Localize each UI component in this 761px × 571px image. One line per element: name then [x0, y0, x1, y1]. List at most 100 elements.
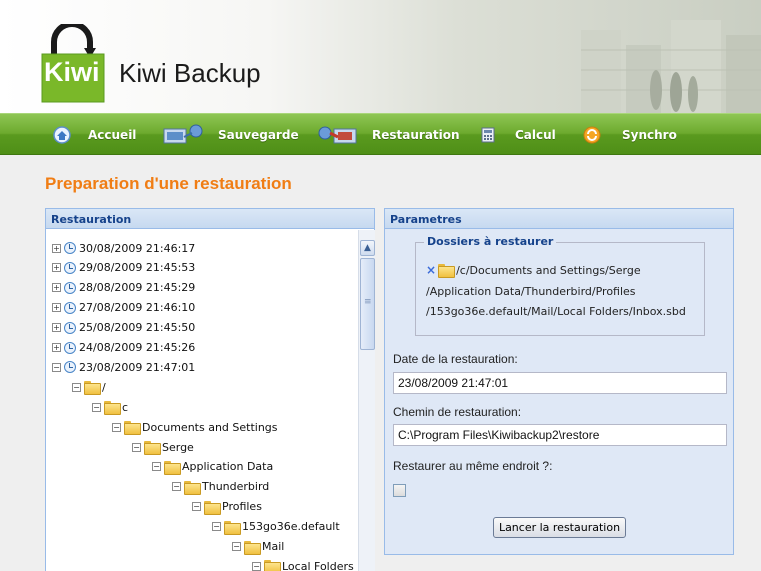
tree-node-label: Documents and Settings: [142, 420, 278, 434]
nav-sauvegarde-label: Sauvegarde: [218, 128, 299, 142]
kiwi-logo: Kiwi: [40, 21, 108, 104]
snapshot-node[interactable]: +27/08/2009 21:46:10: [52, 298, 195, 318]
nav-calcul-label: Calcul: [515, 128, 556, 142]
tree-node-label: 24/08/2009 21:45:26: [79, 341, 196, 354]
restore-path-input[interactable]: [393, 424, 727, 446]
snapshot-node[interactable]: +25/08/2009 21:45:50: [52, 318, 195, 338]
collapse-toggle-icon[interactable]: −: [132, 442, 141, 452]
clock-icon: [64, 341, 76, 354]
folder-node[interactable]: − /: [72, 377, 106, 397]
folder-node[interactable]: − Profiles: [192, 497, 262, 517]
restore-icon: [318, 126, 357, 144]
folder-node[interactable]: − 153go36e.default: [212, 517, 340, 537]
collapse-toggle-icon[interactable]: −: [72, 382, 81, 392]
tree-node-label: Mail: [262, 540, 285, 553]
home-icon: [53, 126, 71, 144]
tree-node-label: 30/08/2009 21:46:17: [79, 241, 196, 255]
snapshot-node[interactable]: +29/08/2009 21:45:53: [52, 258, 195, 278]
tree-node-label: 23/08/2009 21:47:01: [79, 360, 196, 374]
clock-icon: [64, 361, 76, 374]
tree-node-label: 153go36e.default: [242, 520, 340, 534]
main-nav: Accueil Sauvegarde Restauration Calcul S…: [0, 113, 761, 155]
parameters-panel: Parametres Dossiers à restaurer × /c/Doc…: [384, 208, 734, 555]
sync-icon: [583, 126, 601, 144]
panel-title-restauration: Restauration: [46, 209, 374, 229]
collapse-toggle-icon[interactable]: −: [192, 502, 201, 512]
collapse-toggle-icon[interactable]: −: [212, 522, 221, 532]
nav-synchro-label: Synchro: [622, 128, 677, 142]
same-place-checkbox[interactable]: [393, 484, 406, 497]
clock-icon: [64, 321, 76, 334]
clock-icon: [64, 301, 76, 314]
selected-path-line-2: /Application Data/Thunderbird/Profiles: [426, 285, 636, 298]
backup-icon: [163, 124, 203, 144]
expand-toggle-icon[interactable]: +: [52, 343, 61, 352]
folder-node[interactable]: − c: [92, 397, 128, 417]
clock-icon: [64, 261, 76, 274]
collapse-toggle-icon[interactable]: −: [92, 402, 101, 412]
selected-path-line-1: × /c/Documents and Settings/Serge: [426, 263, 641, 278]
tree-node-label: Thunderbird: [202, 480, 270, 494]
folder-node[interactable]: − Thunderbird: [172, 477, 269, 497]
restore-path-label: Chemin de restauration:: [393, 405, 522, 419]
tree-node-label: Application Data: [182, 460, 274, 474]
expand-toggle-icon[interactable]: +: [52, 263, 61, 273]
snapshot-node[interactable]: +28/08/2009 21:45:29: [52, 278, 195, 298]
folder-icon: [164, 460, 181, 475]
launch-restore-button[interactable]: Lancer la restauration: [493, 517, 626, 538]
scroll-thumb[interactable]: [360, 258, 375, 350]
folder-icon: [244, 540, 261, 555]
snapshot-node[interactable]: − 23/08/2009 21:47:01: [52, 357, 195, 377]
tree-node-label: 27/08/2009 21:46:10: [79, 301, 196, 315]
folder-icon: [104, 401, 121, 416]
tree-node-label: /: [102, 380, 106, 394]
folder-node[interactable]: − Serge: [132, 437, 194, 457]
folder-node[interactable]: − Documents and Settings: [112, 417, 278, 437]
tree-node-label: 25/08/2009 21:45:50: [79, 321, 196, 335]
nav-restauration[interactable]: Restauration: [316, 114, 460, 156]
skyline-banner-image: [581, 20, 761, 113]
nav-restauration-label: Restauration: [372, 128, 460, 142]
panel-title-parametres: Parametres: [385, 209, 733, 229]
calculator-icon: [481, 127, 495, 143]
folder-icon: [204, 500, 221, 515]
scroll-up-button[interactable]: ▲: [360, 240, 375, 256]
folder-icon: [264, 560, 281, 571]
expand-toggle-icon[interactable]: +: [52, 243, 61, 253]
folder-node[interactable]: − Mail: [232, 537, 284, 557]
nav-calcul[interactable]: Calcul: [481, 114, 556, 156]
snapshot-node[interactable]: +24/08/2009 21:45:26: [52, 338, 195, 358]
clock-icon: [64, 242, 76, 254]
collapse-toggle-icon[interactable]: −: [232, 542, 241, 551]
selected-path-text-1: /c/Documents and Settings/Serge: [456, 263, 641, 277]
page-title: Preparation d'une restauration: [45, 174, 292, 193]
collapse-toggle-icon[interactable]: −: [152, 462, 161, 472]
tree-node-label: Serge: [162, 440, 194, 454]
expand-toggle-icon[interactable]: +: [52, 303, 61, 313]
clock-icon: [64, 281, 76, 294]
expand-toggle-icon[interactable]: +: [52, 283, 61, 293]
folder-icon: [438, 264, 456, 278]
folders-to-restore-group: Dossiers à restaurer × /c/Documents and …: [415, 235, 705, 336]
logo-text: Kiwi: [44, 57, 100, 87]
date-label: Date de la restauration:: [393, 352, 518, 366]
collapse-toggle-icon[interactable]: −: [52, 362, 61, 372]
tree-scrollbar[interactable]: ▲: [358, 230, 375, 571]
nav-synchro[interactable]: Synchro: [582, 114, 677, 156]
folder-icon: [224, 520, 241, 535]
collapse-toggle-icon[interactable]: −: [172, 482, 181, 492]
nav-sauvegarde[interactable]: Sauvegarde: [162, 114, 299, 156]
snapshot-node[interactable]: +30/08/2009 21:46:17: [52, 238, 195, 258]
nav-accueil[interactable]: Accueil: [52, 114, 136, 156]
folder-icon: [144, 441, 161, 455]
expand-toggle-icon[interactable]: +: [52, 323, 61, 333]
tree-node-label: c: [122, 400, 129, 414]
date-input[interactable]: [393, 372, 727, 394]
folder-node[interactable]: − Application Data: [152, 457, 273, 477]
tree-node-label: 28/08/2009 21:45:29: [79, 281, 196, 295]
collapse-toggle-icon[interactable]: −: [252, 561, 261, 571]
remove-path-icon[interactable]: ×: [426, 263, 436, 277]
collapse-toggle-icon[interactable]: −: [112, 422, 121, 432]
folder-node[interactable]: − Local Folders: [252, 556, 354, 571]
folders-legend: Dossiers à restaurer: [424, 235, 557, 248]
